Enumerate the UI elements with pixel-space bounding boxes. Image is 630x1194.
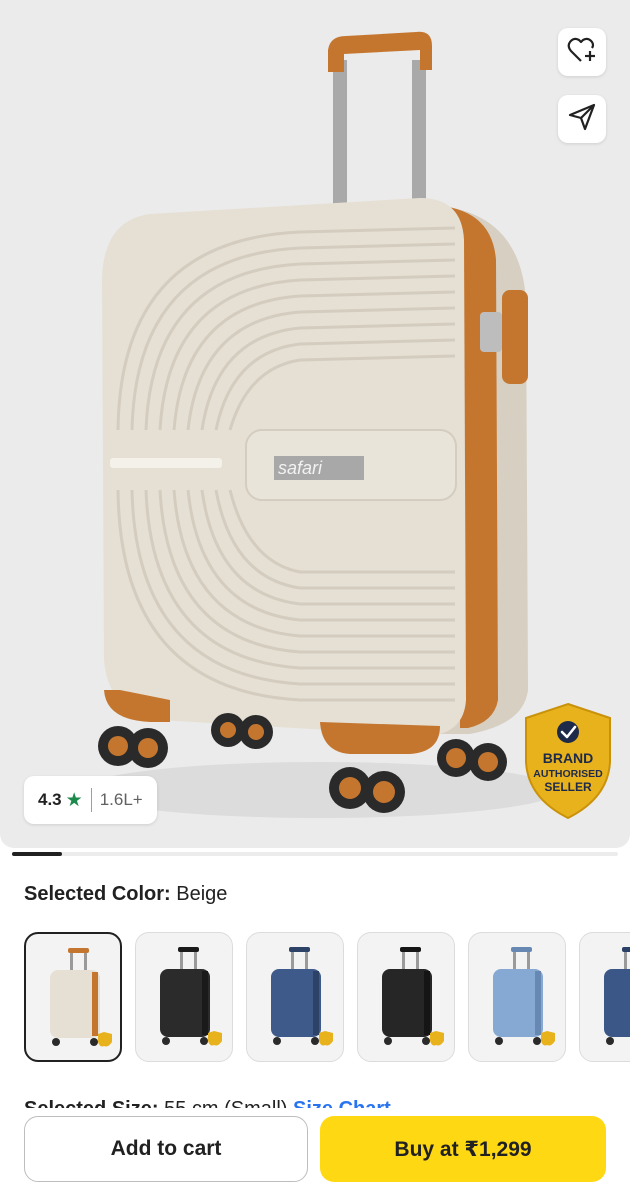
brand-mark: safari [278, 458, 323, 478]
add-to-cart-button[interactable]: Add to cart [24, 1116, 308, 1182]
brand-authorised-seller-badge: BRAND AUTHORISED SELLER [525, 702, 611, 820]
color-swatch[interactable] [579, 932, 630, 1062]
star-icon: ★ [65, 789, 83, 811]
selected-color-heading: Selected Color: Beige [24, 883, 227, 906]
selected-color-label: Selected Color: [24, 883, 171, 905]
color-swatch-list [24, 932, 630, 1062]
color-swatch-image [50, 948, 112, 1047]
gallery-pagination-active [12, 852, 62, 856]
buy-now-button[interactable]: Buy at ₹1,299 [320, 1116, 606, 1182]
color-swatch-image [493, 947, 555, 1046]
share-button[interactable] [558, 95, 606, 143]
color-swatch-image [382, 947, 444, 1046]
color-swatch[interactable] [357, 932, 455, 1062]
selected-size-heading: Selected Size: 55 cm (Small) Size Chart [24, 1094, 391, 1108]
share-icon [567, 102, 597, 137]
badge-line-2: AUTHORISED [533, 768, 603, 780]
selected-size-label: Selected Size: [24, 1098, 159, 1108]
wishlist-button[interactable] [558, 28, 606, 76]
rating-badge[interactable]: 4.3 ★ 1.6L+ [24, 776, 157, 824]
size-chart-link[interactable]: Size Chart [293, 1098, 391, 1108]
color-swatch[interactable] [468, 932, 566, 1062]
selected-color-value: Beige [176, 883, 228, 905]
badge-line-3: SELLER [544, 780, 592, 794]
selected-size-value: 55 cm (Small) [164, 1098, 287, 1108]
color-swatch-image [160, 947, 222, 1046]
bottom-action-bar: Add to cart Buy at ₹1,299 [0, 1108, 630, 1194]
color-swatch[interactable] [135, 932, 233, 1062]
color-swatch[interactable] [24, 932, 122, 1062]
product-image-gallery[interactable]: safari 4.3 ★ 1.6L+ BRAND AUTHORISED SELL… [0, 0, 630, 848]
color-swatch[interactable] [246, 932, 344, 1062]
color-swatch-image [604, 947, 630, 1045]
divider [90, 788, 92, 812]
heart-plus-icon [567, 36, 597, 69]
rating-count: 1.6L+ [99, 790, 143, 809]
gallery-pagination [12, 852, 618, 856]
rating-value: 4.3 [38, 790, 62, 809]
color-swatch-image [271, 947, 333, 1046]
badge-line-1: BRAND [543, 750, 594, 766]
